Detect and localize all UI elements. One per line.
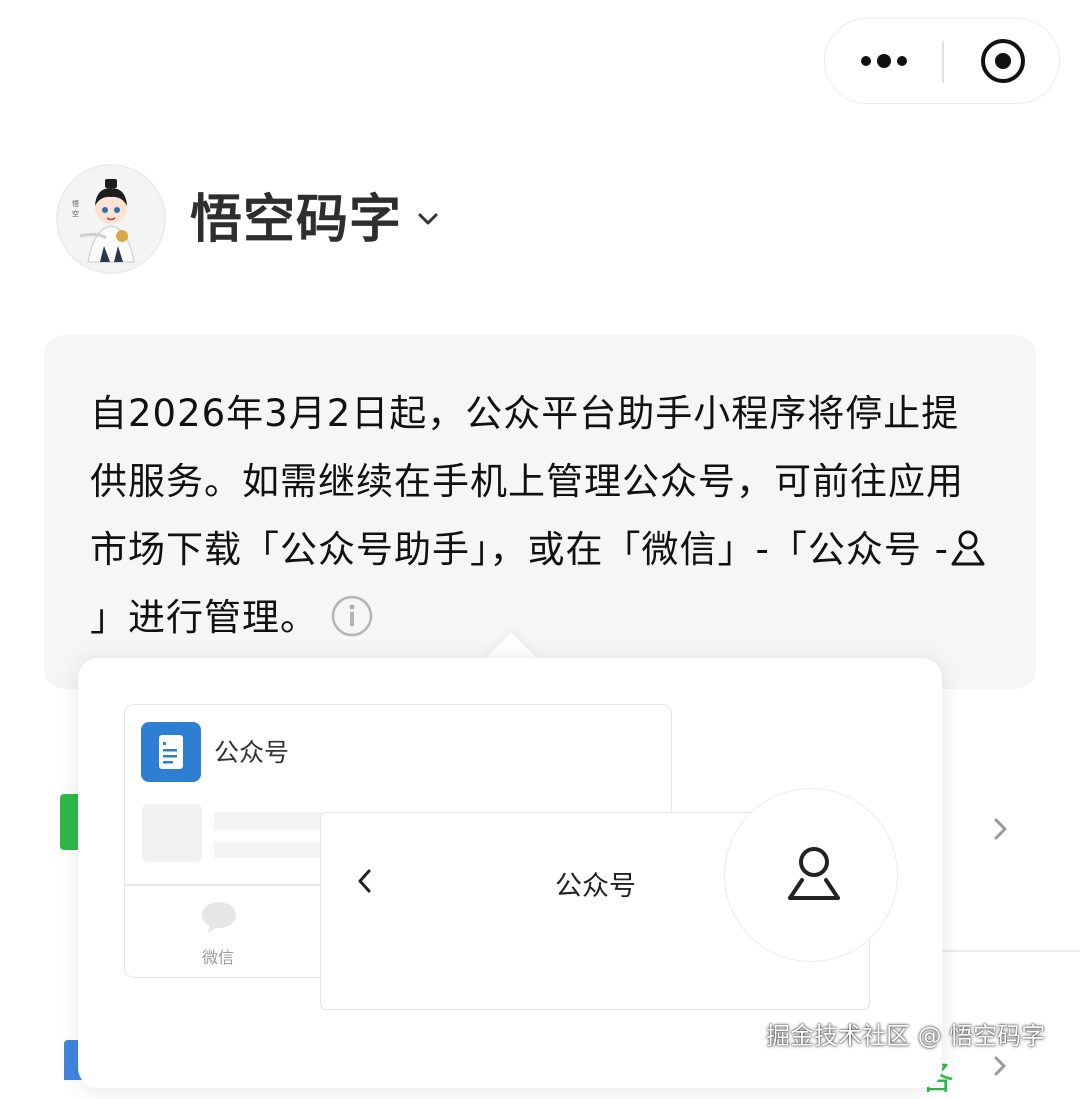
- chat-bubble-icon: [202, 902, 236, 933]
- mini-program-capsule: [824, 18, 1060, 104]
- more-dots-icon[interactable]: [847, 41, 921, 81]
- chevron-right-icon[interactable]: [990, 814, 1012, 844]
- illustration-page-title: 公众号: [555, 871, 636, 902]
- notice-text-main: 自2026年3月2日起，公众平台助手小程序将停止提供服务。如需继续在手机上管理公…: [90, 392, 964, 571]
- illustration-divider: [124, 884, 322, 886]
- capsule-divider: [942, 41, 944, 83]
- close-circle-icon[interactable]: [978, 36, 1028, 86]
- watermark: 掘金技术社区 @ 悟空码字: [766, 1022, 1046, 1050]
- notice-message: 自2026年3月2日起，公众平台助手小程序将停止提供服务。如需继续在手机上管理公…: [90, 380, 990, 652]
- svg-text:空: 空: [72, 209, 79, 218]
- chevron-down-icon[interactable]: [414, 208, 442, 230]
- person-icon: [788, 847, 840, 900]
- person-icon: [951, 530, 985, 566]
- notice-text-tail: 」进行管理。: [90, 596, 318, 639]
- chevron-left-icon: [358, 869, 371, 893]
- skeleton-line: [214, 812, 324, 830]
- cartoon-avatar-icon[interactable]: 悟 空: [56, 164, 166, 274]
- account-name[interactable]: 悟空码字: [190, 188, 402, 252]
- chevron-right-icon[interactable]: [990, 1054, 1012, 1078]
- official-account-app-icon: [141, 722, 201, 782]
- skeleton-line: [214, 842, 324, 858]
- info-circle-icon[interactable]: [330, 594, 374, 638]
- illustration-app-label: 公众号: [214, 738, 290, 767]
- skeleton-thumbnail: [142, 804, 202, 862]
- illustration-tab-label: 微信: [202, 948, 235, 967]
- svg-text:悟: 悟: [72, 199, 79, 208]
